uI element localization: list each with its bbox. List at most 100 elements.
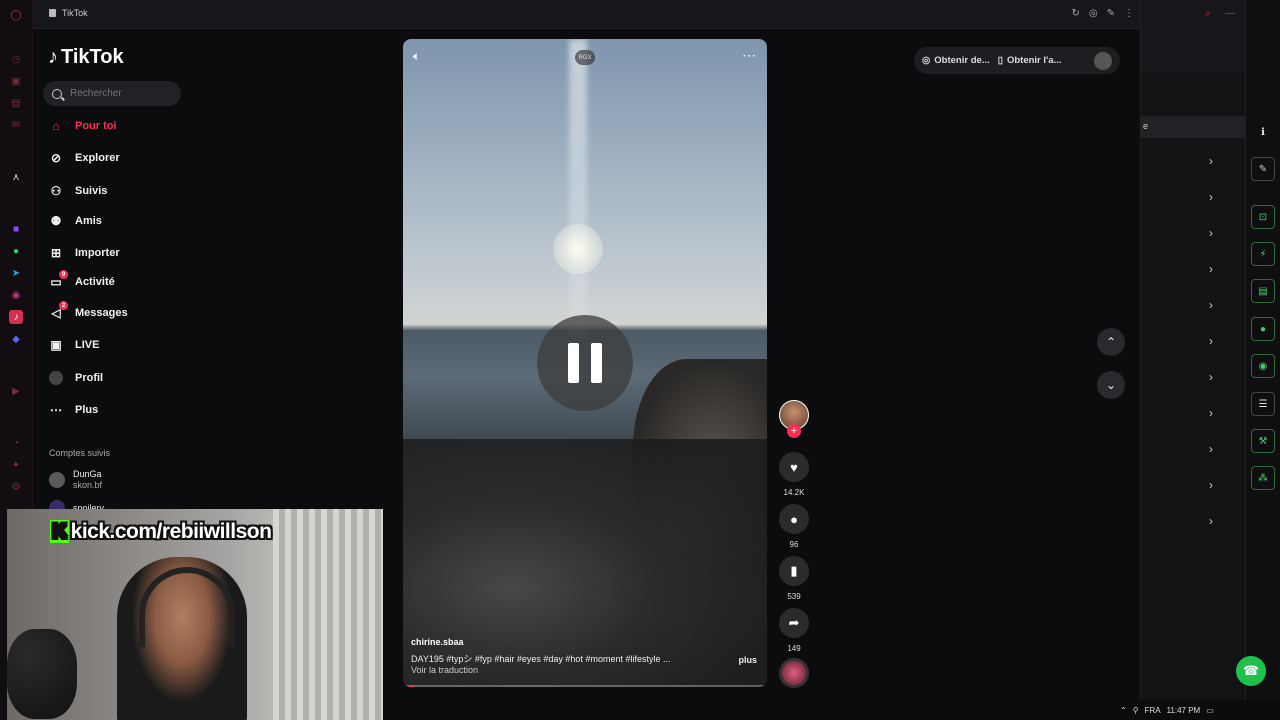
heart-icon: ♥ (779, 452, 809, 482)
nav-pour-toi[interactable]: ⌂ Pour toi (49, 119, 116, 133)
extensions-icon[interactable]: ✦ (9, 458, 23, 472)
nav-live[interactable]: ▣ LIVE (49, 338, 99, 352)
info-icon[interactable]: ℹ (1251, 120, 1275, 144)
pause-button[interactable] (537, 315, 633, 411)
comment-action[interactable]: ● 96 (779, 504, 809, 549)
lock-icon (49, 9, 56, 17)
lang-indicator[interactable]: FRA (1145, 706, 1161, 715)
tray-chevron-icon[interactable]: ⌃ (1120, 706, 1127, 715)
activity-icon: ▭ 9 (49, 270, 68, 289)
news-icon[interactable]: ▤ (9, 96, 23, 110)
get-coins-button[interactable]: ◎ Obtenir de... (922, 55, 990, 66)
chevron-right-icon[interactable]: › (1209, 262, 1213, 276)
video-progress-fill (403, 685, 414, 687)
logo-text: TikTok (61, 46, 124, 68)
twitch-icon[interactable]: ■ (9, 222, 23, 236)
chat-icon[interactable]: ● (1251, 317, 1275, 341)
chat-bubble-button[interactable]: ☎ (1236, 656, 1266, 686)
chat-icon: ☎ (1242, 663, 1260, 678)
pencil-icon[interactable]: ✎ (1251, 157, 1275, 181)
opera-logo-icon[interactable]: ◯ (9, 8, 23, 22)
followed-account[interactable]: DunGa skon.bf (49, 469, 102, 490)
speed-dial-icon[interactable]: ◷ (9, 52, 23, 66)
video-player[interactable]: 🔈︎ RGX ⋯ chirine.sbaa DAY195 #typシ #fyp … (403, 39, 767, 687)
video-author[interactable]: chirine.sbaa (411, 637, 464, 647)
chevron-right-icon[interactable]: › (1209, 370, 1213, 384)
tiktok-logo[interactable]: ♪ TikTok (48, 46, 124, 69)
mail-icon[interactable]: ✉ (9, 118, 23, 132)
nav-profil[interactable]: Profil (49, 371, 103, 385)
nav-amis[interactable]: ⚉ Amis (49, 214, 102, 228)
next-video-button[interactable]: ⌄ (1097, 371, 1125, 399)
comment-count: 96 (789, 540, 799, 549)
clock[interactable]: 11:47 PM (1167, 706, 1201, 715)
user-avatar[interactable] (1094, 51, 1112, 70)
address-bar-actions: ↻ ◎ ✎ ⋮ (1071, 8, 1134, 19)
capture-icon[interactable]: ⊡ (1251, 205, 1275, 229)
document-icon[interactable]: ▤ (1251, 279, 1275, 303)
mic-icon[interactable]: ⚲ (1133, 706, 1139, 715)
nav-explorer[interactable]: ⊘ Explorer (49, 151, 120, 165)
chevron-right-icon[interactable]: › (1209, 226, 1213, 240)
notification-icon[interactable]: ▭ (1206, 706, 1214, 715)
show-more-link[interactable]: plus (738, 655, 757, 665)
instagram-icon[interactable]: ◉ (9, 288, 23, 302)
search-box[interactable] (43, 81, 181, 106)
like-action[interactable]: ♥ 14.2K (779, 452, 809, 497)
more-options-icon[interactable]: ⋯ (742, 47, 757, 64)
share-action[interactable]: ➦ 149 (779, 608, 809, 653)
volume-icon[interactable]: 🔈︎ (413, 49, 420, 64)
search-input[interactable] (70, 88, 170, 99)
reload-icon[interactable]: ↻ (1071, 8, 1079, 19)
previous-video-button[interactable]: ⌃ (1097, 328, 1125, 356)
wrench-icon[interactable]: ⚒ (1251, 429, 1275, 453)
nav-activite[interactable]: ▭ 9 Activité (49, 270, 115, 289)
chevron-right-icon[interactable]: › (1209, 406, 1213, 420)
bolt-icon[interactable]: ⚡︎ (1251, 242, 1275, 266)
nav-suivis[interactable]: ⚇ Suivis (49, 184, 108, 198)
chevron-right-icon[interactable]: › (1209, 478, 1213, 492)
chevron-right-icon[interactable]: › (1209, 298, 1213, 312)
telegram-icon[interactable]: ➤ (9, 266, 23, 280)
aria-icon[interactable]: ⋏ (9, 170, 23, 184)
follow-button[interactable]: + (787, 424, 801, 438)
chevron-right-icon[interactable]: › (1209, 514, 1213, 528)
nav-plus[interactable]: ⋯ Plus (49, 403, 98, 417)
microphone (7, 629, 77, 719)
broadcast-icon[interactable]: ◉ (1251, 354, 1275, 378)
discord-icon[interactable]: ◆ (9, 332, 23, 346)
chevron-right-icon[interactable]: › (1209, 442, 1213, 456)
player-icon[interactable]: ▶ (9, 384, 23, 398)
pin-icon[interactable]: ✎ (1107, 8, 1115, 19)
screen: ◯ ◷ ▣ ▤ ✉ ⋏ ■ ● ➤ ◉ ♪ ◆ ▶ ◔ ✦ ⚙ TikTok ↻… (0, 0, 1280, 720)
minimize-icon[interactable]: — (1225, 8, 1235, 19)
chevron-right-icon[interactable]: › (1209, 190, 1213, 204)
share-count: 149 (787, 644, 801, 653)
nav-messages[interactable]: ◁ 2 Messages (49, 301, 128, 320)
tiktok-icon[interactable]: ♪ (9, 310, 23, 324)
bag-icon[interactable]: ▣ (9, 74, 23, 88)
nodes-icon[interactable]: ⁂ (1251, 466, 1275, 490)
menu-icon[interactable]: ⋮ (1124, 8, 1134, 19)
chevron-right-icon[interactable]: › (1209, 154, 1213, 168)
chevron-up-icon: ⌃ (1105, 335, 1117, 349)
video-progress[interactable] (403, 685, 767, 687)
get-app-button[interactable]: ▯ Obtenir l'a... (998, 55, 1062, 66)
nav-importer[interactable]: ⊞ Importer (49, 246, 120, 260)
whatsapp-icon[interactable]: ● (9, 244, 23, 258)
search-icon[interactable]: ⌕ (1205, 8, 1211, 19)
history-icon[interactable]: ◔ (9, 436, 23, 450)
address-bar[interactable]: TikTok (49, 8, 88, 18)
vpn-icon[interactable]: ◎ (1089, 8, 1098, 19)
translate-link[interactable]: Voir la traduction (411, 665, 478, 675)
phone-icon: ▯ (997, 55, 1003, 66)
live-icon: ▣ (50, 338, 62, 352)
activity-badge: 9 (59, 270, 68, 279)
music-disc[interactable] (779, 658, 809, 688)
list-icon[interactable]: ☰ (1251, 392, 1275, 416)
tool-rail: ℹ ✎ ⊡ ⚡︎ ▤ ● ◉ ☰ ⚒ ⁂ (1245, 0, 1280, 720)
chevron-right-icon[interactable]: › (1209, 334, 1213, 348)
settings-icon[interactable]: ⚙ (9, 480, 23, 494)
save-action[interactable]: ▮ 539 (779, 556, 809, 601)
messages-icon: ◁ 2 (49, 301, 68, 320)
